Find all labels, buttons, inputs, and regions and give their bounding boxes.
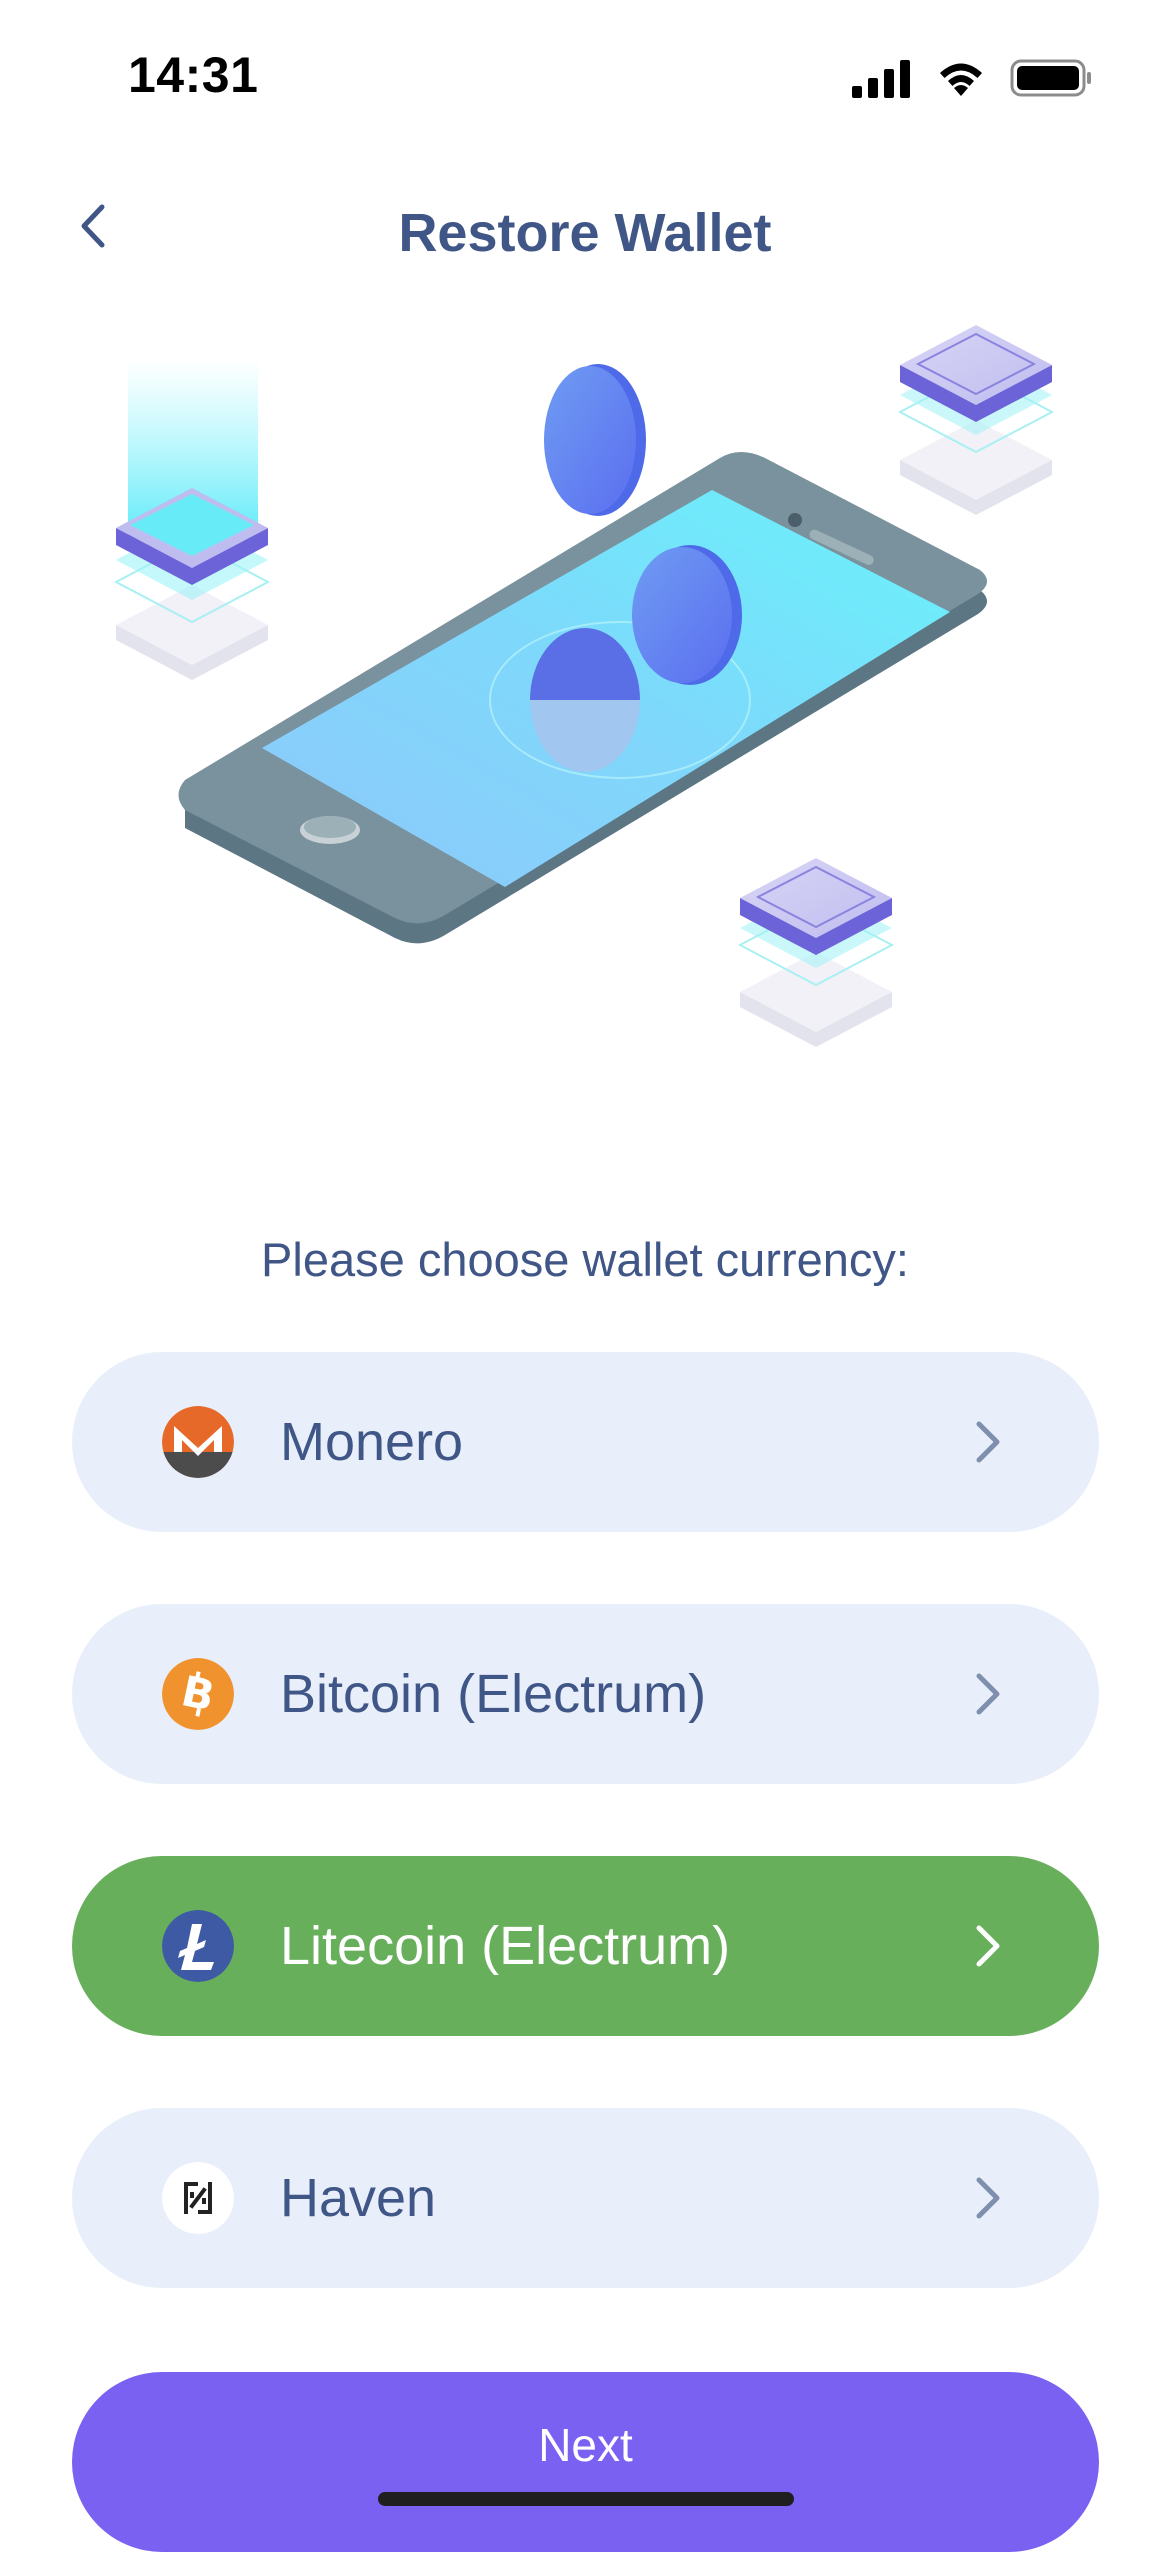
chevron-right-icon xyxy=(976,1925,1000,1967)
currency-option-litecoin[interactable]: Litecoin (Electrum) xyxy=(72,1856,1099,2036)
status-time: 14:31 xyxy=(128,47,259,103)
wifi-icon xyxy=(940,63,982,96)
next-button[interactable]: Next xyxy=(72,2372,1099,2552)
status-bar: 14:31 xyxy=(0,0,1170,150)
currency-option-monero[interactable]: Monero xyxy=(72,1352,1099,1532)
chevron-right-icon xyxy=(976,1421,1000,1463)
litecoin-icon xyxy=(162,1910,234,1982)
battery-icon xyxy=(1010,59,1091,97)
status-icons xyxy=(852,56,1092,100)
monero-icon xyxy=(162,1406,234,1478)
cellular-signal-icon xyxy=(852,60,910,98)
currency-option-haven[interactable]: Haven xyxy=(72,2108,1099,2288)
nav-header: Restore Wallet xyxy=(0,170,1170,290)
currency-label: Bitcoin (Electrum) xyxy=(280,1664,707,1724)
currency-label: Haven xyxy=(280,2168,437,2228)
page-title: Restore Wallet xyxy=(398,203,772,263)
bitcoin-icon: B xyxy=(162,1658,234,1730)
chevron-right-icon xyxy=(976,1673,1000,1715)
wallet-currency-prompt: Please choose wallet currency: xyxy=(261,1233,909,1286)
home-indicator xyxy=(378,2492,794,2506)
haven-icon xyxy=(162,2162,234,2234)
chevron-right-icon xyxy=(976,2177,1000,2219)
next-button-label: Next xyxy=(538,2419,633,2471)
currency-label: Litecoin (Electrum) xyxy=(280,1916,731,1976)
currency-label: Monero xyxy=(280,1412,464,1472)
currency-option-bitcoin[interactable]: B Bitcoin (Electrum) xyxy=(72,1604,1099,1784)
restore-wallet-illustration xyxy=(0,300,1170,1080)
